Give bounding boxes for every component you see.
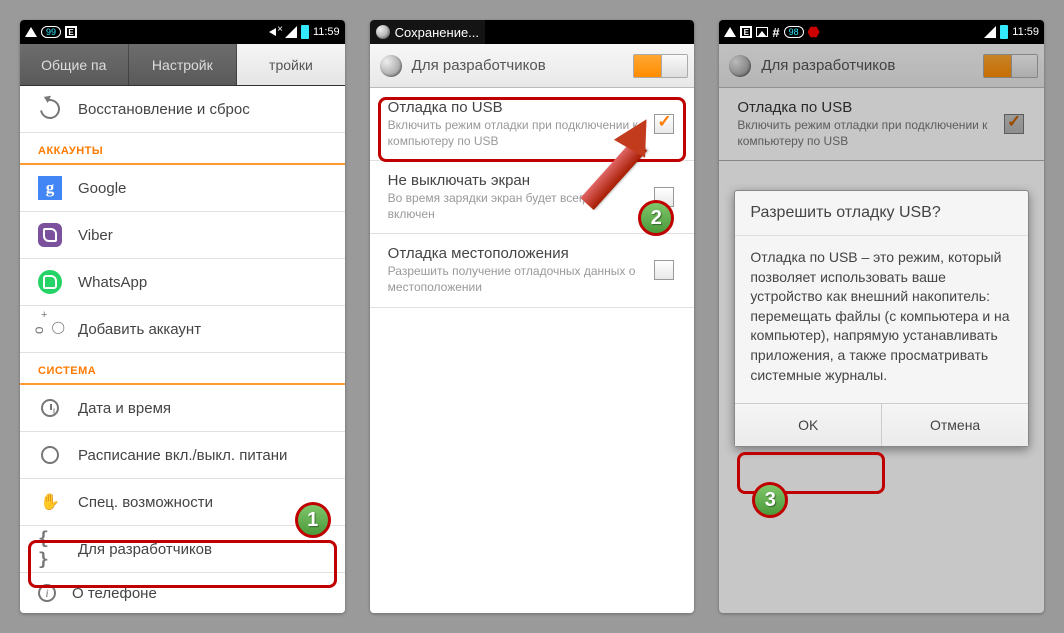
item-google[interactable]: g Google	[20, 165, 345, 212]
label: Восстановление и сброс	[78, 101, 329, 118]
settings-list: Восстановление и сброс АККАУНТЫ g Google…	[20, 86, 345, 613]
picture-icon	[756, 27, 768, 37]
status-bar: 99 E 11:59	[20, 20, 345, 44]
clock-icon	[38, 396, 62, 420]
screen-confirm-dialog: E # 98 11:59 Для разработчиков Отладка п…	[719, 20, 1044, 613]
battery-icon	[1000, 25, 1008, 39]
saving-text: Сохранение...	[395, 25, 479, 40]
settings-tabs: Общие па Настройк тройки	[20, 44, 345, 86]
hand-icon: ✋	[38, 490, 62, 514]
warning-icon	[25, 27, 37, 37]
ok-button[interactable]: OK	[735, 404, 881, 446]
back-button[interactable]	[722, 48, 758, 84]
label: Дата и время	[78, 400, 329, 417]
signal-icon	[984, 26, 996, 38]
tab-settings-1[interactable]: Настройк	[129, 44, 238, 85]
dialog-title: Разрешить отладку USB?	[735, 191, 1028, 236]
section-system: СИСТЕМА	[20, 353, 345, 385]
add-account-icon: ᴑ	[38, 317, 62, 341]
label: Для разработчиков	[78, 541, 329, 558]
marker-1: 1	[295, 502, 331, 538]
label: Спец. возможности	[78, 494, 329, 511]
item-whatsapp[interactable]: WhatsApp	[20, 259, 345, 306]
globe-icon	[376, 25, 390, 39]
desc: Включить режим отладки при подключении к…	[388, 118, 639, 149]
status-bar: E # 98 11:59	[719, 20, 1044, 44]
notif-badge: 99	[41, 26, 61, 38]
battery-icon	[301, 25, 309, 39]
item-restore[interactable]: Восстановление и сброс	[20, 86, 345, 133]
dialog-message: Отладка по USB – это режим, который позв…	[735, 236, 1028, 403]
title: Не выключать экран	[388, 172, 639, 189]
desc: Включить режим отладки при подключении к…	[737, 118, 988, 149]
action-bar: Для разработчиков	[719, 44, 1044, 88]
desc: Во время зарядки экран будет всегда вклю…	[388, 191, 639, 222]
back-button[interactable]	[373, 48, 409, 84]
warning-icon	[724, 27, 736, 37]
marker-3: 3	[752, 482, 788, 518]
label: Google	[78, 180, 329, 197]
checkbox-mock-location[interactable]	[654, 260, 674, 280]
item-mock-location[interactable]: Отладка местоположения Разрешить получен…	[370, 234, 695, 307]
viber-icon	[38, 223, 62, 247]
screen-dev-options: Сохранение... Для разработчиков Отладка …	[370, 20, 695, 613]
item-usb-debugging[interactable]: Отладка по USB Включить режим отладки пр…	[370, 88, 695, 161]
title: Отладка по USB	[388, 99, 639, 116]
item-schedule[interactable]: Расписание вкл./выкл. питани	[20, 432, 345, 479]
globe-icon	[729, 55, 751, 77]
section-accounts: АККАУНТЫ	[20, 133, 345, 165]
item-usb-debugging: Отладка по USB Включить режим отладки пр…	[719, 88, 1044, 161]
item-about-phone[interactable]: i О телефоне	[20, 573, 345, 613]
app-icon: E	[740, 26, 752, 38]
google-icon: g	[38, 176, 62, 200]
schedule-icon	[38, 443, 62, 467]
braces-icon: { }	[38, 537, 62, 561]
title: Отладка местоположения	[388, 245, 639, 262]
label: Viber	[78, 227, 329, 244]
notif-badge: 98	[784, 26, 804, 38]
tab-general[interactable]: Общие па	[20, 44, 129, 85]
info-icon: i	[38, 584, 56, 602]
master-toggle[interactable]	[633, 54, 688, 78]
tab-settings-2[interactable]: тройки	[237, 44, 345, 85]
item-datetime[interactable]: Дата и время	[20, 385, 345, 432]
cancel-button[interactable]: Отмена	[881, 404, 1028, 446]
hex-icon	[808, 26, 820, 38]
label: Расписание вкл./выкл. питани	[78, 447, 329, 464]
clock-text: 11:59	[1012, 26, 1039, 38]
globe-icon	[380, 55, 402, 77]
title: Отладка по USB	[737, 99, 988, 116]
app-icon: E	[65, 26, 77, 38]
desc: Разрешить получение отладочных данных о …	[388, 264, 639, 295]
hash-icon: #	[772, 25, 779, 40]
title: Для разработчиков	[412, 57, 546, 74]
whatsapp-icon	[38, 270, 62, 294]
restore-icon	[38, 97, 62, 121]
clock-text: 11:59	[313, 26, 340, 38]
label: WhatsApp	[78, 274, 329, 291]
status-bar: Сохранение...	[370, 20, 695, 44]
label: Добавить аккаунт	[78, 321, 329, 338]
signal-icon	[285, 26, 297, 38]
master-toggle[interactable]	[983, 54, 1038, 78]
item-viber[interactable]: Viber	[20, 212, 345, 259]
dev-options-list: Отладка по USB Включить режим отладки пр…	[370, 88, 695, 613]
action-bar: Для разработчиков	[370, 44, 695, 88]
checkbox-usb-debugging[interactable]	[654, 114, 674, 134]
mute-icon	[267, 25, 281, 39]
item-developer-options[interactable]: { } Для разработчиков	[20, 526, 345, 573]
item-add-account[interactable]: ᴑ Добавить аккаунт	[20, 306, 345, 353]
screen-settings: 99 E 11:59 Общие па Настройк тройки Восс…	[20, 20, 345, 613]
checkbox-usb-debugging	[1004, 114, 1024, 134]
label: О телефоне	[72, 585, 329, 602]
title: Для разработчиков	[761, 57, 895, 74]
confirm-dialog: Разрешить отладку USB? Отладка по USB – …	[734, 190, 1029, 447]
